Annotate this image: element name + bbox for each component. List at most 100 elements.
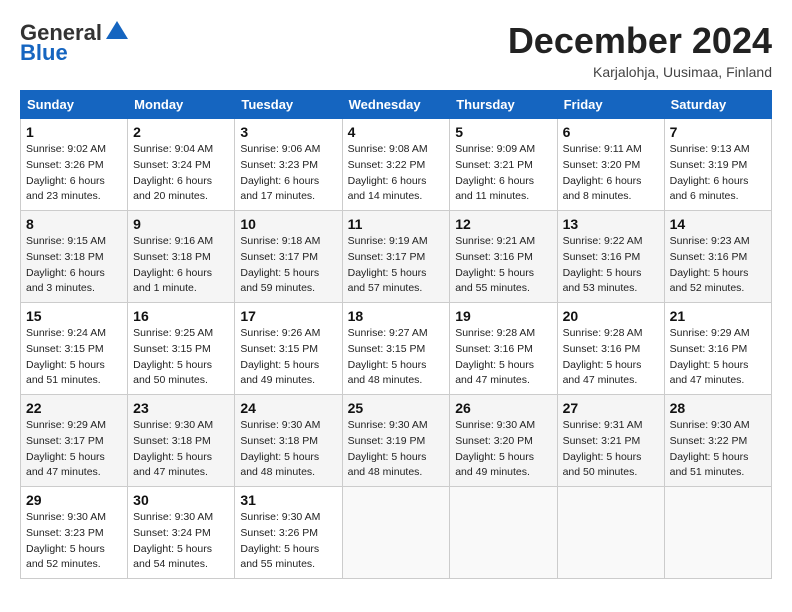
day-number: 13 (563, 216, 659, 232)
day-info: Sunrise: 9:08 AMSunset: 3:22 PMDaylight:… (348, 142, 445, 205)
calendar-week-4: 22 Sunrise: 9:29 AMSunset: 3:17 PMDayligh… (21, 395, 772, 487)
calendar-cell: 8Sunrise: 9:15 AMSunset: 3:18 PMDaylight… (21, 211, 128, 303)
day-number: 24 (240, 400, 336, 416)
calendar-cell: 24 Sunrise: 9:30 AMSunset: 3:18 PMDayligh… (235, 395, 342, 487)
calendar-cell: 11 Sunrise: 9:19 AMSunset: 3:17 PMDayligh… (342, 211, 450, 303)
day-number: 21 (670, 308, 766, 324)
calendar-table: SundayMondayTuesdayWednesdayThursdayFrid… (20, 90, 772, 579)
day-info: Sunrise: 9:31 AMSunset: 3:21 PMDaylight:… (563, 418, 659, 481)
column-header-friday: Friday (557, 91, 664, 119)
calendar-cell (664, 487, 771, 579)
day-number: 14 (670, 216, 766, 232)
column-header-saturday: Saturday (664, 91, 771, 119)
day-number: 31 (240, 492, 336, 508)
day-number: 27 (563, 400, 659, 416)
day-number: 5 (455, 124, 551, 140)
day-number: 4 (348, 124, 445, 140)
calendar-cell: 27 Sunrise: 9:31 AMSunset: 3:21 PMDayligh… (557, 395, 664, 487)
calendar-cell: 29 Sunrise: 9:30 AMSunset: 3:23 PMDayligh… (21, 487, 128, 579)
calendar-cell: 30 Sunrise: 9:30 AMSunset: 3:24 PMDayligh… (128, 487, 235, 579)
day-info: Sunrise: 9:30 AMSunset: 3:26 PMDaylight:… (240, 510, 336, 573)
day-info: Sunrise: 9:02 AMSunset: 3:26 PMDaylight:… (26, 142, 122, 205)
day-number: 29 (26, 492, 122, 508)
location-subtitle: Karjalohja, Uusimaa, Finland (508, 64, 772, 80)
day-info: Sunrise: 9:13 AMSunset: 3:19 PMDaylight:… (670, 142, 766, 205)
column-header-sunday: Sunday (21, 91, 128, 119)
day-info: Sunrise: 9:23 AMSunset: 3:16 PMDaylight:… (670, 234, 766, 297)
day-number: 18 (348, 308, 445, 324)
day-info: Sunrise: 9:30 AMSunset: 3:24 PMDaylight:… (133, 510, 229, 573)
calendar-header-row: SundayMondayTuesdayWednesdayThursdayFrid… (21, 91, 772, 119)
day-number: 10 (240, 216, 336, 232)
day-number: 11 (348, 216, 445, 232)
day-info: Sunrise: 9:28 AMSunset: 3:16 PMDaylight:… (455, 326, 551, 389)
calendar-cell: 26Sunrise: 9:30 AMSunset: 3:20 PMDayligh… (450, 395, 557, 487)
calendar-week-3: 15Sunrise: 9:24 AMSunset: 3:15 PMDayligh… (21, 303, 772, 395)
logo-blue-text: Blue (20, 40, 68, 66)
calendar-cell (557, 487, 664, 579)
day-number: 28 (670, 400, 766, 416)
calendar-cell: 1Sunrise: 9:02 AMSunset: 3:26 PMDaylight… (21, 119, 128, 211)
calendar-cell: 18 Sunrise: 9:27 AMSunset: 3:15 PMDayligh… (342, 303, 450, 395)
day-info: Sunrise: 9:15 AMSunset: 3:18 PMDaylight:… (26, 234, 122, 297)
day-number: 3 (240, 124, 336, 140)
day-number: 2 (133, 124, 229, 140)
calendar-cell: 16 Sunrise: 9:25 AMSunset: 3:15 PMDayligh… (128, 303, 235, 395)
calendar-cell (450, 487, 557, 579)
calendar-cell: 5 Sunrise: 9:09 AMSunset: 3:21 PMDaylight… (450, 119, 557, 211)
column-header-thursday: Thursday (450, 91, 557, 119)
day-number: 12 (455, 216, 551, 232)
day-info: Sunrise: 9:04 AMSunset: 3:24 PMDaylight:… (133, 142, 229, 205)
calendar-cell: 6Sunrise: 9:11 AMSunset: 3:20 PMDaylight… (557, 119, 664, 211)
day-info: Sunrise: 9:27 AMSunset: 3:15 PMDaylight:… (348, 326, 445, 389)
day-number: 19 (455, 308, 551, 324)
column-header-tuesday: Tuesday (235, 91, 342, 119)
day-info: Sunrise: 9:26 AMSunset: 3:15 PMDaylight:… (240, 326, 336, 389)
day-number: 26 (455, 400, 551, 416)
column-header-monday: Monday (128, 91, 235, 119)
calendar-cell: 9Sunrise: 9:16 AMSunset: 3:18 PMDaylight… (128, 211, 235, 303)
calendar-cell: 25Sunrise: 9:30 AMSunset: 3:19 PMDayligh… (342, 395, 450, 487)
calendar-cell: 12 Sunrise: 9:21 AMSunset: 3:16 PMDayligh… (450, 211, 557, 303)
day-info: Sunrise: 9:09 AMSunset: 3:21 PMDaylight:… (455, 142, 551, 205)
calendar-week-2: 8Sunrise: 9:15 AMSunset: 3:18 PMDaylight… (21, 211, 772, 303)
logo: General Blue (20, 20, 128, 66)
calendar-cell: 14 Sunrise: 9:23 AMSunset: 3:16 PMDayligh… (664, 211, 771, 303)
day-number: 25 (348, 400, 445, 416)
day-number: 22 (26, 400, 122, 416)
title-area: December 2024 Karjalohja, Uusimaa, Finla… (508, 20, 772, 80)
calendar-cell (342, 487, 450, 579)
day-info: Sunrise: 9:29 AMSunset: 3:17 PMDaylight:… (26, 418, 122, 481)
day-info: Sunrise: 9:30 AMSunset: 3:18 PMDaylight:… (133, 418, 229, 481)
day-info: Sunrise: 9:30 AMSunset: 3:18 PMDaylight:… (240, 418, 336, 481)
day-number: 30 (133, 492, 229, 508)
calendar-cell: 13 Sunrise: 9:22 AMSunset: 3:16 PMDayligh… (557, 211, 664, 303)
calendar-cell: 15Sunrise: 9:24 AMSunset: 3:15 PMDayligh… (21, 303, 128, 395)
column-header-wednesday: Wednesday (342, 91, 450, 119)
day-number: 16 (133, 308, 229, 324)
calendar-week-5: 29 Sunrise: 9:30 AMSunset: 3:23 PMDayligh… (21, 487, 772, 579)
day-info: Sunrise: 9:30 AMSunset: 3:22 PMDaylight:… (670, 418, 766, 481)
calendar-cell: 19 Sunrise: 9:28 AMSunset: 3:16 PMDayligh… (450, 303, 557, 395)
day-number: 9 (133, 216, 229, 232)
calendar-cell: 31 Sunrise: 9:30 AMSunset: 3:26 PMDayligh… (235, 487, 342, 579)
calendar-cell: 21Sunrise: 9:29 AMSunset: 3:16 PMDayligh… (664, 303, 771, 395)
day-info: Sunrise: 9:30 AMSunset: 3:23 PMDaylight:… (26, 510, 122, 573)
day-info: Sunrise: 9:25 AMSunset: 3:15 PMDaylight:… (133, 326, 229, 389)
logo-arrow-icon (106, 21, 128, 39)
day-info: Sunrise: 9:19 AMSunset: 3:17 PMDaylight:… (348, 234, 445, 297)
calendar-cell: 28 Sunrise: 9:30 AMSunset: 3:22 PMDayligh… (664, 395, 771, 487)
calendar-cell: 20Sunrise: 9:28 AMSunset: 3:16 PMDayligh… (557, 303, 664, 395)
calendar-cell: 17Sunrise: 9:26 AMSunset: 3:15 PMDayligh… (235, 303, 342, 395)
calendar-cell: 7 Sunrise: 9:13 AMSunset: 3:19 PMDaylight… (664, 119, 771, 211)
day-number: 6 (563, 124, 659, 140)
day-number: 7 (670, 124, 766, 140)
calendar-cell: 10Sunrise: 9:18 AMSunset: 3:17 PMDayligh… (235, 211, 342, 303)
day-info: Sunrise: 9:06 AMSunset: 3:23 PMDaylight:… (240, 142, 336, 205)
calendar-cell: 2 Sunrise: 9:04 AMSunset: 3:24 PMDaylight… (128, 119, 235, 211)
day-info: Sunrise: 9:21 AMSunset: 3:16 PMDaylight:… (455, 234, 551, 297)
calendar-cell: 22 Sunrise: 9:29 AMSunset: 3:17 PMDayligh… (21, 395, 128, 487)
day-info: Sunrise: 9:22 AMSunset: 3:16 PMDaylight:… (563, 234, 659, 297)
day-info: Sunrise: 9:24 AMSunset: 3:15 PMDaylight:… (26, 326, 122, 389)
day-info: Sunrise: 9:28 AMSunset: 3:16 PMDaylight:… (563, 326, 659, 389)
